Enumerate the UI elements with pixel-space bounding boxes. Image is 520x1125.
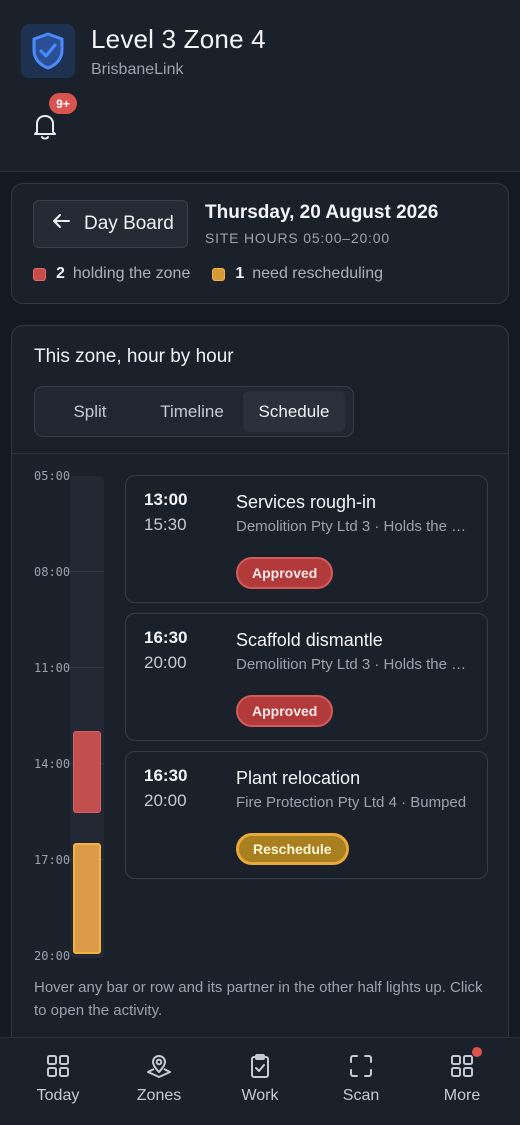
bottom-nav: Today Zones Work Scan More	[0, 1037, 520, 1125]
grid-icon	[44, 1052, 72, 1080]
activity-start: 13:00	[144, 490, 188, 509]
date-heading: Thursday, 20 August 2026	[205, 202, 439, 223]
nav-item-zones[interactable]: Zones	[109, 1052, 209, 1112]
activity-start: 16:30	[144, 628, 188, 647]
activity-row[interactable]: 16:30 20:00 Plant relocation Fire Protec…	[125, 751, 488, 879]
activity-end: 15:30	[144, 515, 187, 534]
nav-item-today[interactable]: Today	[8, 1052, 108, 1112]
activity-title: Scaffold dismantle	[236, 630, 383, 650]
page-title: Level 3 Zone 4	[91, 24, 266, 54]
hour-label: 11:00	[34, 661, 71, 675]
timeline-gridline	[70, 571, 104, 572]
tab-split[interactable]: Split	[39, 391, 141, 432]
hour-label: 17:00	[34, 853, 71, 867]
timeline-bar-plant-relocation[interactable]	[73, 843, 101, 954]
nav-label: More	[443, 1087, 481, 1104]
nav-label: Scan	[342, 1087, 380, 1104]
day-board-back-button[interactable]: Day Board	[33, 200, 188, 248]
activity-start: 16:30	[144, 766, 188, 785]
zone-status-summary: 2 holding the zone 1 need rescheduling	[33, 265, 383, 283]
activity-end: 20:00	[144, 653, 187, 672]
activity-detail: Fire Protection Pty Ltd 4 · Bumped	[236, 794, 467, 811]
activity-row[interactable]: 16:30 20:00 Scaffold dismantle Demolitio…	[125, 613, 488, 741]
hour-label: 14:00	[34, 757, 71, 771]
nav-label: Today	[36, 1087, 80, 1104]
tab-schedule[interactable]: Schedule	[243, 391, 345, 432]
nav-item-work[interactable]: Work	[210, 1052, 310, 1112]
hour-label: 20:00	[34, 949, 71, 963]
map-pin-icon	[145, 1052, 173, 1080]
app-header: Level 3 Zone 4 BrisbaneLink 9+	[0, 0, 520, 172]
activity-title: Services rough-in	[236, 492, 377, 512]
zone-hourly-card: This zone, hour by hour Split Timeline S…	[11, 325, 509, 1045]
hour-label: 05:00	[34, 469, 71, 483]
status-badge: Approved	[236, 557, 334, 589]
arrow-left-icon	[52, 213, 70, 235]
back-button-label: Day Board	[84, 213, 174, 234]
divider	[12, 453, 508, 454]
nav-label: Zones	[136, 1087, 182, 1104]
timeline-gridline	[70, 667, 104, 668]
notification-badge: 9+	[49, 93, 77, 114]
tab-timeline[interactable]: Timeline	[141, 391, 243, 432]
nav-item-scan[interactable]: Scan	[311, 1052, 411, 1112]
holding-label: holding the zone	[72, 265, 191, 282]
view-switcher: Split Timeline Schedule	[34, 386, 354, 437]
activity-detail: Demolition Pty Ltd 3 · Holds the zone	[236, 518, 471, 535]
hour-label: 08:00	[34, 565, 71, 579]
timeline-bar-services-rough-in[interactable]	[73, 731, 101, 813]
scan-icon	[347, 1052, 375, 1080]
section-title: This zone, hour by hour	[34, 346, 234, 367]
apps-icon	[448, 1047, 482, 1080]
day-summary-card: Day Board Thursday, 20 August 2026 SITE …	[11, 183, 509, 304]
nav-label: Work	[241, 1087, 279, 1104]
reschedule-count: 1	[235, 265, 245, 282]
status-badge[interactable]: Reschedule	[236, 833, 349, 865]
activity-end: 20:00	[144, 791, 187, 810]
activity-title: Plant relocation	[236, 768, 361, 788]
shield-logo-icon	[21, 24, 75, 78]
status-badge: Approved	[236, 695, 334, 727]
hint-text: Hover any bar or row and its partner in …	[34, 979, 483, 1019]
notification-dot	[472, 1047, 482, 1057]
holding-swatch	[33, 267, 46, 281]
bell-icon[interactable]	[30, 110, 60, 142]
holding-count: 2	[56, 265, 65, 282]
nav-item-more[interactable]: More	[412, 1047, 512, 1112]
activity-detail: Demolition Pty Ltd 3 · Holds the zone	[236, 656, 471, 673]
reschedule-swatch	[212, 267, 226, 281]
clipboard-check-icon	[246, 1052, 274, 1080]
reschedule-label: need rescheduling	[252, 265, 384, 282]
site-hours: SITE HOURS 05:00–20:00	[205, 230, 390, 246]
activity-row[interactable]: 13:00 15:30 Services rough-in Demolition…	[125, 475, 488, 603]
project-name: BrisbaneLink	[91, 61, 184, 78]
